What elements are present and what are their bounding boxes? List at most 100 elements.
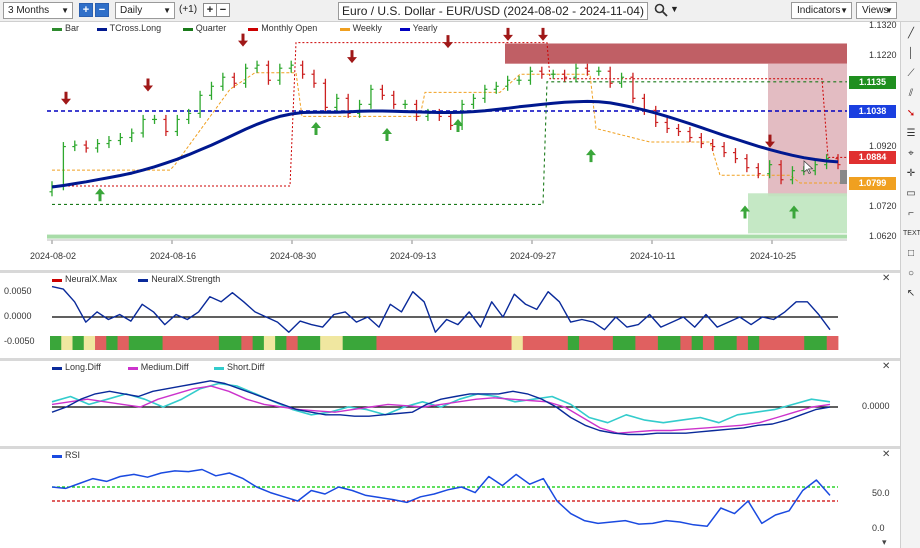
indicators-button[interactable]: Indicators ▼ — [791, 2, 852, 19]
neural-signal-cell — [117, 336, 130, 350]
y-tick-label: 1.1220 — [869, 50, 897, 61]
neural-signal-cell — [511, 336, 524, 350]
neural-signal-cell — [612, 336, 625, 350]
rsi-chart — [47, 449, 847, 548]
chart-title[interactable]: Euro / U.S. Dollar - EUR/USD (2024-08-02… — [338, 2, 648, 20]
rectangle-tool-icon[interactable]: □ — [903, 246, 919, 262]
neural-signal-cell — [128, 336, 141, 350]
legend-label: Monthly Open — [261, 23, 318, 33]
period-select[interactable]: 3 Months ▼ — [3, 2, 73, 19]
y-tick-label: 1.0720 — [869, 200, 897, 211]
legend-swatch — [96, 28, 107, 31]
neural-signal-cell — [218, 336, 231, 350]
neural-signal-cell — [353, 336, 366, 350]
legend-label: NeuralX.Max — [65, 274, 118, 284]
offset-plus-button[interactable]: + — [203, 3, 217, 17]
neural-signal-cell — [747, 336, 760, 350]
neural-signal-cell — [567, 336, 580, 350]
fibonacci-tool-icon[interactable]: ☰ — [903, 126, 919, 142]
neural-signal-cell — [308, 336, 321, 350]
legend-swatch — [339, 28, 350, 31]
supply-zone — [768, 63, 847, 197]
neural-signal-cell — [173, 336, 186, 350]
arrow-tool-icon[interactable]: ➘ — [903, 106, 919, 122]
legend-swatch — [127, 367, 138, 370]
ray-tool-icon[interactable]: ⟋ — [903, 66, 919, 82]
x-tick-label: 2024-10-11 — [630, 251, 676, 261]
neural-signal-cell — [770, 336, 783, 350]
pointer-tool-icon[interactable]: ↖ — [903, 286, 919, 302]
offset-minus-button[interactable]: − — [216, 3, 230, 17]
x-tick-label: 2024-09-27 — [510, 251, 557, 261]
zoom-in-button[interactable]: + — [79, 3, 93, 17]
collapse-icon[interactable]: ▾ — [882, 537, 887, 548]
close-pane-icon[interactable]: ✕ — [882, 361, 890, 372]
neural-signal-cell — [455, 336, 467, 350]
ellipse-tool-icon[interactable]: ○ — [903, 266, 919, 282]
zoom-out-button[interactable]: − — [95, 3, 109, 17]
crosshair-tool-icon[interactable]: ✛ — [903, 166, 919, 182]
neural-signal-cell — [95, 336, 107, 350]
x-tick-label: 2024-09-13 — [390, 251, 437, 261]
neural-signal-cell — [331, 336, 344, 350]
drawing-tools-sidebar: ╱ │ ⟋ ⫽ ➘ ☰ ⌖ ✛ ▭ ⌐ TEXT □ ○ ↖ — [900, 22, 920, 548]
legend-swatch — [52, 28, 62, 31]
supply-zone — [505, 43, 847, 64]
marker-tool-icon[interactable]: ⌐ — [903, 206, 919, 222]
rsi-pane[interactable]: RSI 50.0 0.0 ✕ ▾ — [0, 449, 900, 548]
offset-label: (+1) — [179, 4, 198, 15]
legend-swatch — [214, 367, 224, 370]
neural-signal-cell — [792, 336, 805, 350]
callout-tool-icon[interactable]: ▭ — [903, 186, 919, 202]
neural-signal-cell — [522, 336, 535, 350]
legend-swatch — [182, 28, 193, 31]
neural-signal-cell — [500, 336, 512, 350]
price-level-tag: 1.0799 — [849, 177, 896, 191]
y-tick-label: -0.0050 — [4, 336, 35, 347]
channel-tool-icon[interactable]: ⫽ — [903, 86, 919, 102]
neural-signal-cell — [297, 336, 310, 350]
legend-swatch — [52, 455, 62, 458]
price-level-tag: 1.1135 — [849, 75, 896, 89]
close-pane-icon[interactable]: ✕ — [882, 449, 890, 460]
price-pane[interactable]: Bar TCross.Long Quarter Monthly Open Weekly Y… — [0, 20, 900, 270]
legend-label: Long.Diff — [65, 362, 101, 372]
legend-label: Yearly — [412, 23, 438, 33]
neural-signal-cell — [387, 336, 400, 350]
neural-signal-cell — [50, 336, 62, 350]
y-tick-label: 0.0000 — [862, 401, 890, 411]
neural-signal-cell — [185, 336, 197, 350]
neural-signal-cell — [714, 336, 726, 350]
legend-swatch — [138, 279, 149, 282]
close-pane-icon[interactable]: ✕ — [882, 273, 890, 284]
text-tool-icon[interactable]: TEXT — [903, 226, 920, 242]
views-button[interactable]: Views ▼ — [856, 2, 897, 19]
neural-signal-cell — [376, 336, 389, 350]
neural-signal-cell — [534, 336, 546, 350]
neural-signal-cell — [286, 336, 299, 350]
neural-signal-cell — [691, 336, 704, 350]
diff-pane[interactable]: Long.Diff Medium.Diff Short.Diff 0.0000 ✕ — [0, 361, 900, 446]
plot-area — [47, 449, 847, 548]
neural-signal-cell — [410, 336, 422, 350]
search-icon[interactable] — [654, 3, 668, 17]
neural-signal-cell — [669, 336, 681, 350]
neural-signal-cell — [781, 336, 794, 350]
trendline-tool-icon[interactable]: ╱ — [903, 26, 919, 42]
legend-label: Short.Diff — [227, 362, 265, 372]
neural-pane[interactable]: NeuralX.Max NeuralX.Strength 0.0050 0.0000… — [0, 273, 900, 358]
neural-signal-cell — [489, 336, 501, 350]
neural-signal-cell — [432, 336, 445, 350]
gann-tool-icon[interactable]: ⌖ — [903, 146, 919, 162]
interval-select[interactable]: Daily ▼ — [115, 2, 175, 19]
y-tick-label: 0.0000 — [4, 311, 32, 321]
neural-signal-cell — [680, 336, 693, 350]
y-tick-label: 1.0920 — [869, 140, 897, 151]
neural-signal-cell — [61, 336, 73, 350]
neural-signal-cell — [342, 336, 355, 350]
vertical-line-tool-icon[interactable]: │ — [903, 46, 919, 62]
neural-signal-cell — [252, 336, 265, 350]
legend-label: NeuralX.Strength — [151, 274, 221, 284]
chevron-down-icon[interactable]: ▼ — [670, 4, 679, 14]
legend-label: Weekly — [352, 23, 382, 33]
